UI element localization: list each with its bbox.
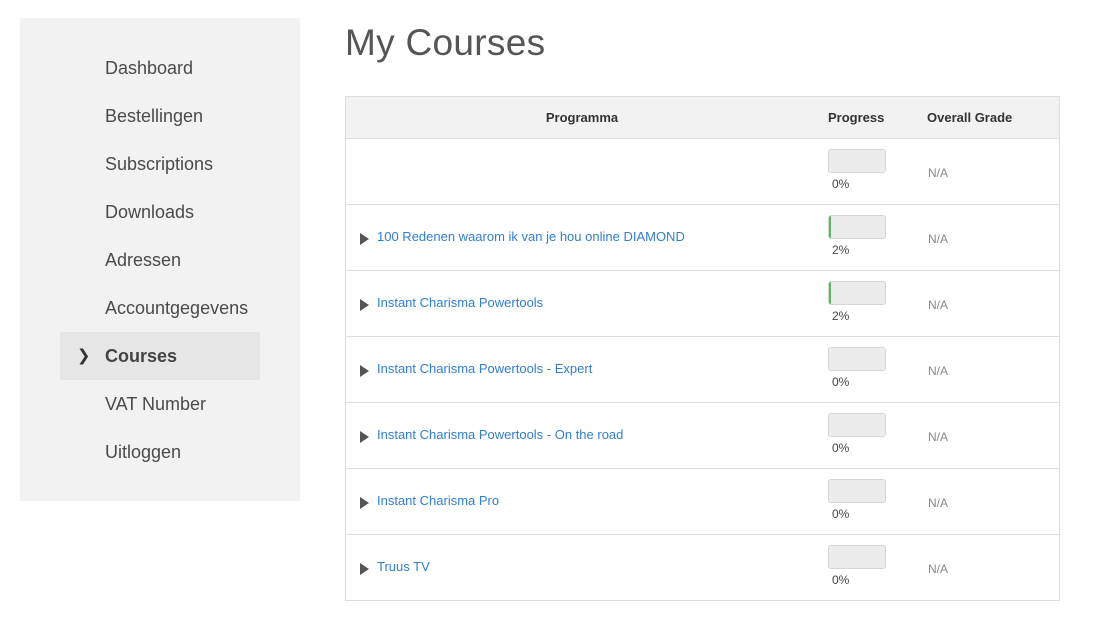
progress-bar (828, 281, 886, 305)
sidebar-item-subscriptions[interactable]: Subscriptions (60, 140, 260, 188)
table-body: 0% N/A 100 Redenen waarom ik van je hou on… (346, 139, 1059, 600)
sidebar-item-label: Bestellingen (105, 105, 204, 126)
course-link[interactable]: Instant Charisma Pro (377, 493, 499, 508)
course-link[interactable]: 100 Redenen waarom ik van je hou online … (377, 229, 685, 244)
chevron-right-icon: ❯ (77, 347, 91, 365)
progress-bar (828, 215, 886, 239)
column-header-program: Programma (545, 110, 619, 125)
course-link[interactable]: Instant Charisma Powertools (377, 295, 543, 310)
overall-grade: N/A (928, 430, 949, 444)
progress-percent: 0% (832, 375, 850, 389)
sidebar-item-adressen[interactable]: Adressen (60, 236, 260, 284)
overall-grade: N/A (928, 298, 949, 312)
sidebar-item-label: Uitloggen (105, 441, 182, 462)
progress-bar (828, 347, 886, 371)
account-sidebar: Dashboard Bestellingen Subscriptions Dow… (20, 18, 300, 501)
sidebar-item-dashboard[interactable]: Dashboard (60, 44, 260, 92)
progress-bar (828, 413, 886, 437)
overall-grade: N/A (928, 364, 949, 378)
table-row: Truus TV 0% N/A (346, 535, 1059, 600)
sidebar-item-downloads[interactable]: Downloads (60, 188, 260, 236)
sidebar-item-label: Downloads (105, 201, 195, 222)
progress-percent: 0% (832, 177, 850, 191)
sidebar-item-label: Courses (105, 345, 178, 366)
sidebar-item-vat-number[interactable]: VAT Number (60, 380, 260, 428)
sidebar-item-uitloggen[interactable]: Uitloggen (60, 428, 260, 476)
progress-bar (828, 545, 886, 569)
expand-caret-icon[interactable] (360, 431, 369, 443)
sidebar-item-label: VAT Number (105, 393, 207, 414)
progress-bar-fill (829, 216, 831, 238)
progress-percent: 0% (832, 507, 850, 521)
overall-grade: N/A (928, 562, 949, 576)
table-row: Instant Charisma Pro 0% N/A (346, 469, 1059, 535)
expand-caret-icon[interactable] (360, 563, 369, 575)
sidebar-item-label: Accountgegevens (105, 297, 249, 318)
table-row: Instant Charisma Powertools 2% N/A (346, 271, 1059, 337)
sidebar-item-label: Dashboard (105, 57, 194, 78)
sidebar-item-accountgegevens[interactable]: Accountgegevens (60, 284, 260, 332)
expand-caret-icon[interactable] (360, 497, 369, 509)
progress-percent: 0% (832, 441, 850, 455)
expand-caret-icon[interactable] (360, 299, 369, 311)
table-row: Instant Charisma Powertools - Expert 0% N/… (346, 337, 1059, 403)
sidebar-item-label: Adressen (105, 249, 182, 270)
column-header-progress: Progress (828, 110, 885, 125)
table-row: Instant Charisma Powertools - On the roa… (346, 403, 1059, 469)
progress-percent: 0% (832, 573, 850, 587)
overall-grade: N/A (928, 496, 949, 510)
sidebar-item-label: Subscriptions (105, 153, 214, 174)
table-row: 100 Redenen waarom ik van je hou online … (346, 205, 1059, 271)
course-link[interactable]: Instant Charisma Powertools - Expert (377, 361, 592, 376)
progress-bar-fill (829, 282, 831, 304)
expand-caret-icon[interactable] (360, 233, 369, 245)
page-title: My Courses (345, 22, 546, 63)
progress-percent: 2% (832, 309, 850, 323)
progress-bar (828, 149, 886, 173)
progress-percent: 2% (832, 243, 850, 257)
expand-caret-icon[interactable] (360, 365, 369, 377)
progress-bar (828, 479, 886, 503)
overall-grade: N/A (928, 166, 949, 180)
course-link[interactable]: Instant Charisma Powertools - On the roa… (377, 427, 623, 442)
overall-grade: N/A (928, 232, 949, 246)
sidebar-item-courses[interactable]: ❯ Courses (60, 332, 260, 380)
course-link[interactable]: Truus TV (377, 559, 430, 574)
table-row: 0% N/A (346, 139, 1059, 205)
table-header: Programma Progress Overall Grade (346, 97, 1059, 139)
sidebar-item-bestellingen[interactable]: Bestellingen (60, 92, 260, 140)
courses-table: Programma Progress Overall Grade 0% N/A 10… (345, 96, 1060, 601)
column-header-grade: Overall Grade (927, 110, 1013, 125)
